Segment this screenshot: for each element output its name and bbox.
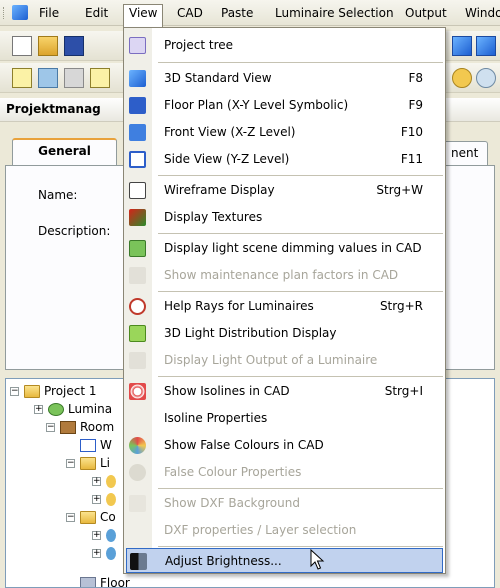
dimming-icon — [129, 240, 146, 257]
expand-icon[interactable]: + — [92, 477, 101, 486]
menu-item-isolines[interactable]: Show Isolines in CAD Strg+I — [124, 379, 445, 404]
collapse-icon[interactable]: − — [46, 423, 55, 432]
menu-item-dimming-values[interactable]: Display light scene dimming values in CA… — [124, 236, 445, 261]
expand-icon[interactable]: + — [92, 549, 101, 558]
folder-icon — [80, 511, 96, 524]
menu-item-false-colours[interactable]: Show False Colours in CAD — [124, 433, 445, 458]
view-menu: Project tree 3D Standard View F8 Floor P… — [123, 27, 446, 574]
menu-cad[interactable]: CAD — [172, 5, 208, 23]
description-label: Description: — [38, 224, 111, 238]
menu-item-help-rays[interactable]: Help Rays for Luminaires Strg+R — [124, 294, 445, 319]
bulb-icon — [106, 475, 116, 488]
room-icon — [60, 421, 76, 434]
tab-placement[interactable]: nent — [440, 141, 488, 165]
menu-separator — [158, 175, 443, 176]
maintenance-icon — [129, 267, 146, 284]
menu-item-adjust-brightness[interactable]: Adjust Brightness... — [126, 548, 443, 573]
textures-icon — [129, 209, 146, 226]
menu-separator — [158, 62, 443, 63]
light-distribution-icon — [129, 325, 146, 342]
menu-item-textures[interactable]: Display Textures — [124, 205, 445, 230]
project-tree-icon — [129, 37, 146, 54]
open-file-icon[interactable] — [38, 36, 58, 56]
tree-item-project[interactable]: − Project 1 — [10, 383, 130, 401]
menu-item-light-distribution[interactable]: 3D Light Distribution Display — [124, 321, 445, 346]
brightness-icon — [130, 553, 147, 570]
tab-general[interactable]: General — [12, 138, 117, 166]
menu-separator — [158, 233, 443, 234]
collapse-icon[interactable]: − — [66, 513, 75, 522]
menu-edit[interactable]: Edit — [80, 5, 113, 23]
luminaire-icon — [48, 403, 64, 416]
node-icon — [106, 529, 116, 542]
side-view-icon — [129, 151, 146, 168]
tool-c-icon[interactable] — [90, 68, 110, 88]
folder-icon — [24, 385, 40, 398]
menu-item-light-output[interactable]: Display Light Output of a Luminaire — [124, 348, 445, 373]
3d-view-icon — [129, 70, 146, 87]
new-file-icon[interactable] — [12, 36, 32, 56]
menu-item-3d-standard-view[interactable]: 3D Standard View F8 — [124, 66, 445, 91]
3d-view-toolbar-icon[interactable] — [452, 36, 472, 56]
menu-separator — [158, 546, 443, 547]
wall-icon — [80, 439, 96, 452]
tree-item-luminaires[interactable]: + Lumina — [34, 401, 134, 419]
bulb-icon — [106, 493, 116, 506]
select-icon[interactable] — [12, 68, 32, 88]
collapse-icon[interactable]: − — [66, 459, 75, 468]
wireframe-icon — [129, 182, 146, 199]
menu-file[interactable]: File — [34, 5, 64, 23]
collapse-icon[interactable]: − — [10, 387, 19, 396]
expand-icon[interactable]: + — [92, 531, 101, 540]
tool-a-icon[interactable] — [38, 68, 58, 88]
save-icon[interactable] — [64, 36, 84, 56]
view-toolbar-icon[interactable] — [476, 36, 496, 56]
menu-window[interactable]: Windo — [460, 5, 500, 23]
menu-item-front-view[interactable]: Front View (X-Z Level) F10 — [124, 120, 445, 145]
light-output-icon — [129, 352, 146, 369]
menu-output[interactable]: Output — [400, 5, 452, 23]
menu-item-wireframe[interactable]: Wireframe Display Strg+W — [124, 178, 445, 203]
front-view-icon — [129, 124, 146, 141]
menu-separator — [158, 291, 443, 292]
floor-icon — [80, 577, 96, 587]
node-icon — [106, 547, 116, 560]
menu-bar-grip — [3, 7, 5, 19]
menu-bar: File Edit View CAD Paste Luminaire Selec… — [0, 0, 500, 28]
dxf-background-icon — [129, 495, 146, 512]
menu-item-dxf-properties[interactable]: DXF properties / Layer selection — [124, 518, 445, 543]
menu-separator — [158, 376, 443, 377]
help-rays-icon — [129, 298, 146, 315]
menu-item-side-view[interactable]: Side View (Y-Z Level) F11 — [124, 147, 445, 172]
menu-paste[interactable]: Paste — [216, 5, 258, 23]
pan-hand-icon[interactable] — [452, 68, 472, 88]
isolines-icon — [129, 383, 146, 400]
menu-item-floor-plan[interactable]: Floor Plan (X-Y Level Symbolic) F9 — [124, 93, 445, 118]
menu-item-project-tree[interactable]: Project tree — [124, 33, 445, 58]
menu-item-maintenance-factors[interactable]: Show maintenance plan factors in CAD — [124, 263, 445, 288]
menu-luminaire-selection[interactable]: Luminaire Selection — [270, 5, 399, 23]
menu-item-isoline-properties[interactable]: Isoline Properties — [124, 406, 445, 431]
menu-item-dxf-background[interactable]: Show DXF Background — [124, 491, 445, 516]
menu-separator — [158, 488, 443, 489]
tool-b-icon[interactable] — [64, 68, 84, 88]
expand-icon[interactable]: + — [34, 405, 43, 414]
zoom-icon[interactable] — [476, 68, 496, 88]
false-colours-icon — [129, 437, 146, 454]
mouse-pointer-icon — [310, 549, 325, 570]
floor-plan-icon — [129, 97, 146, 114]
false-colour-props-icon — [129, 464, 146, 481]
expand-icon[interactable]: + — [92, 495, 101, 504]
folder-icon — [80, 457, 96, 470]
tree-item-floor[interactable]: Floor — [80, 575, 160, 587]
menu-view[interactable]: View — [123, 4, 164, 28]
name-label: Name: — [38, 188, 78, 202]
app-icon — [12, 5, 28, 20]
menu-item-false-colour-properties[interactable]: False Colour Properties — [124, 460, 445, 485]
